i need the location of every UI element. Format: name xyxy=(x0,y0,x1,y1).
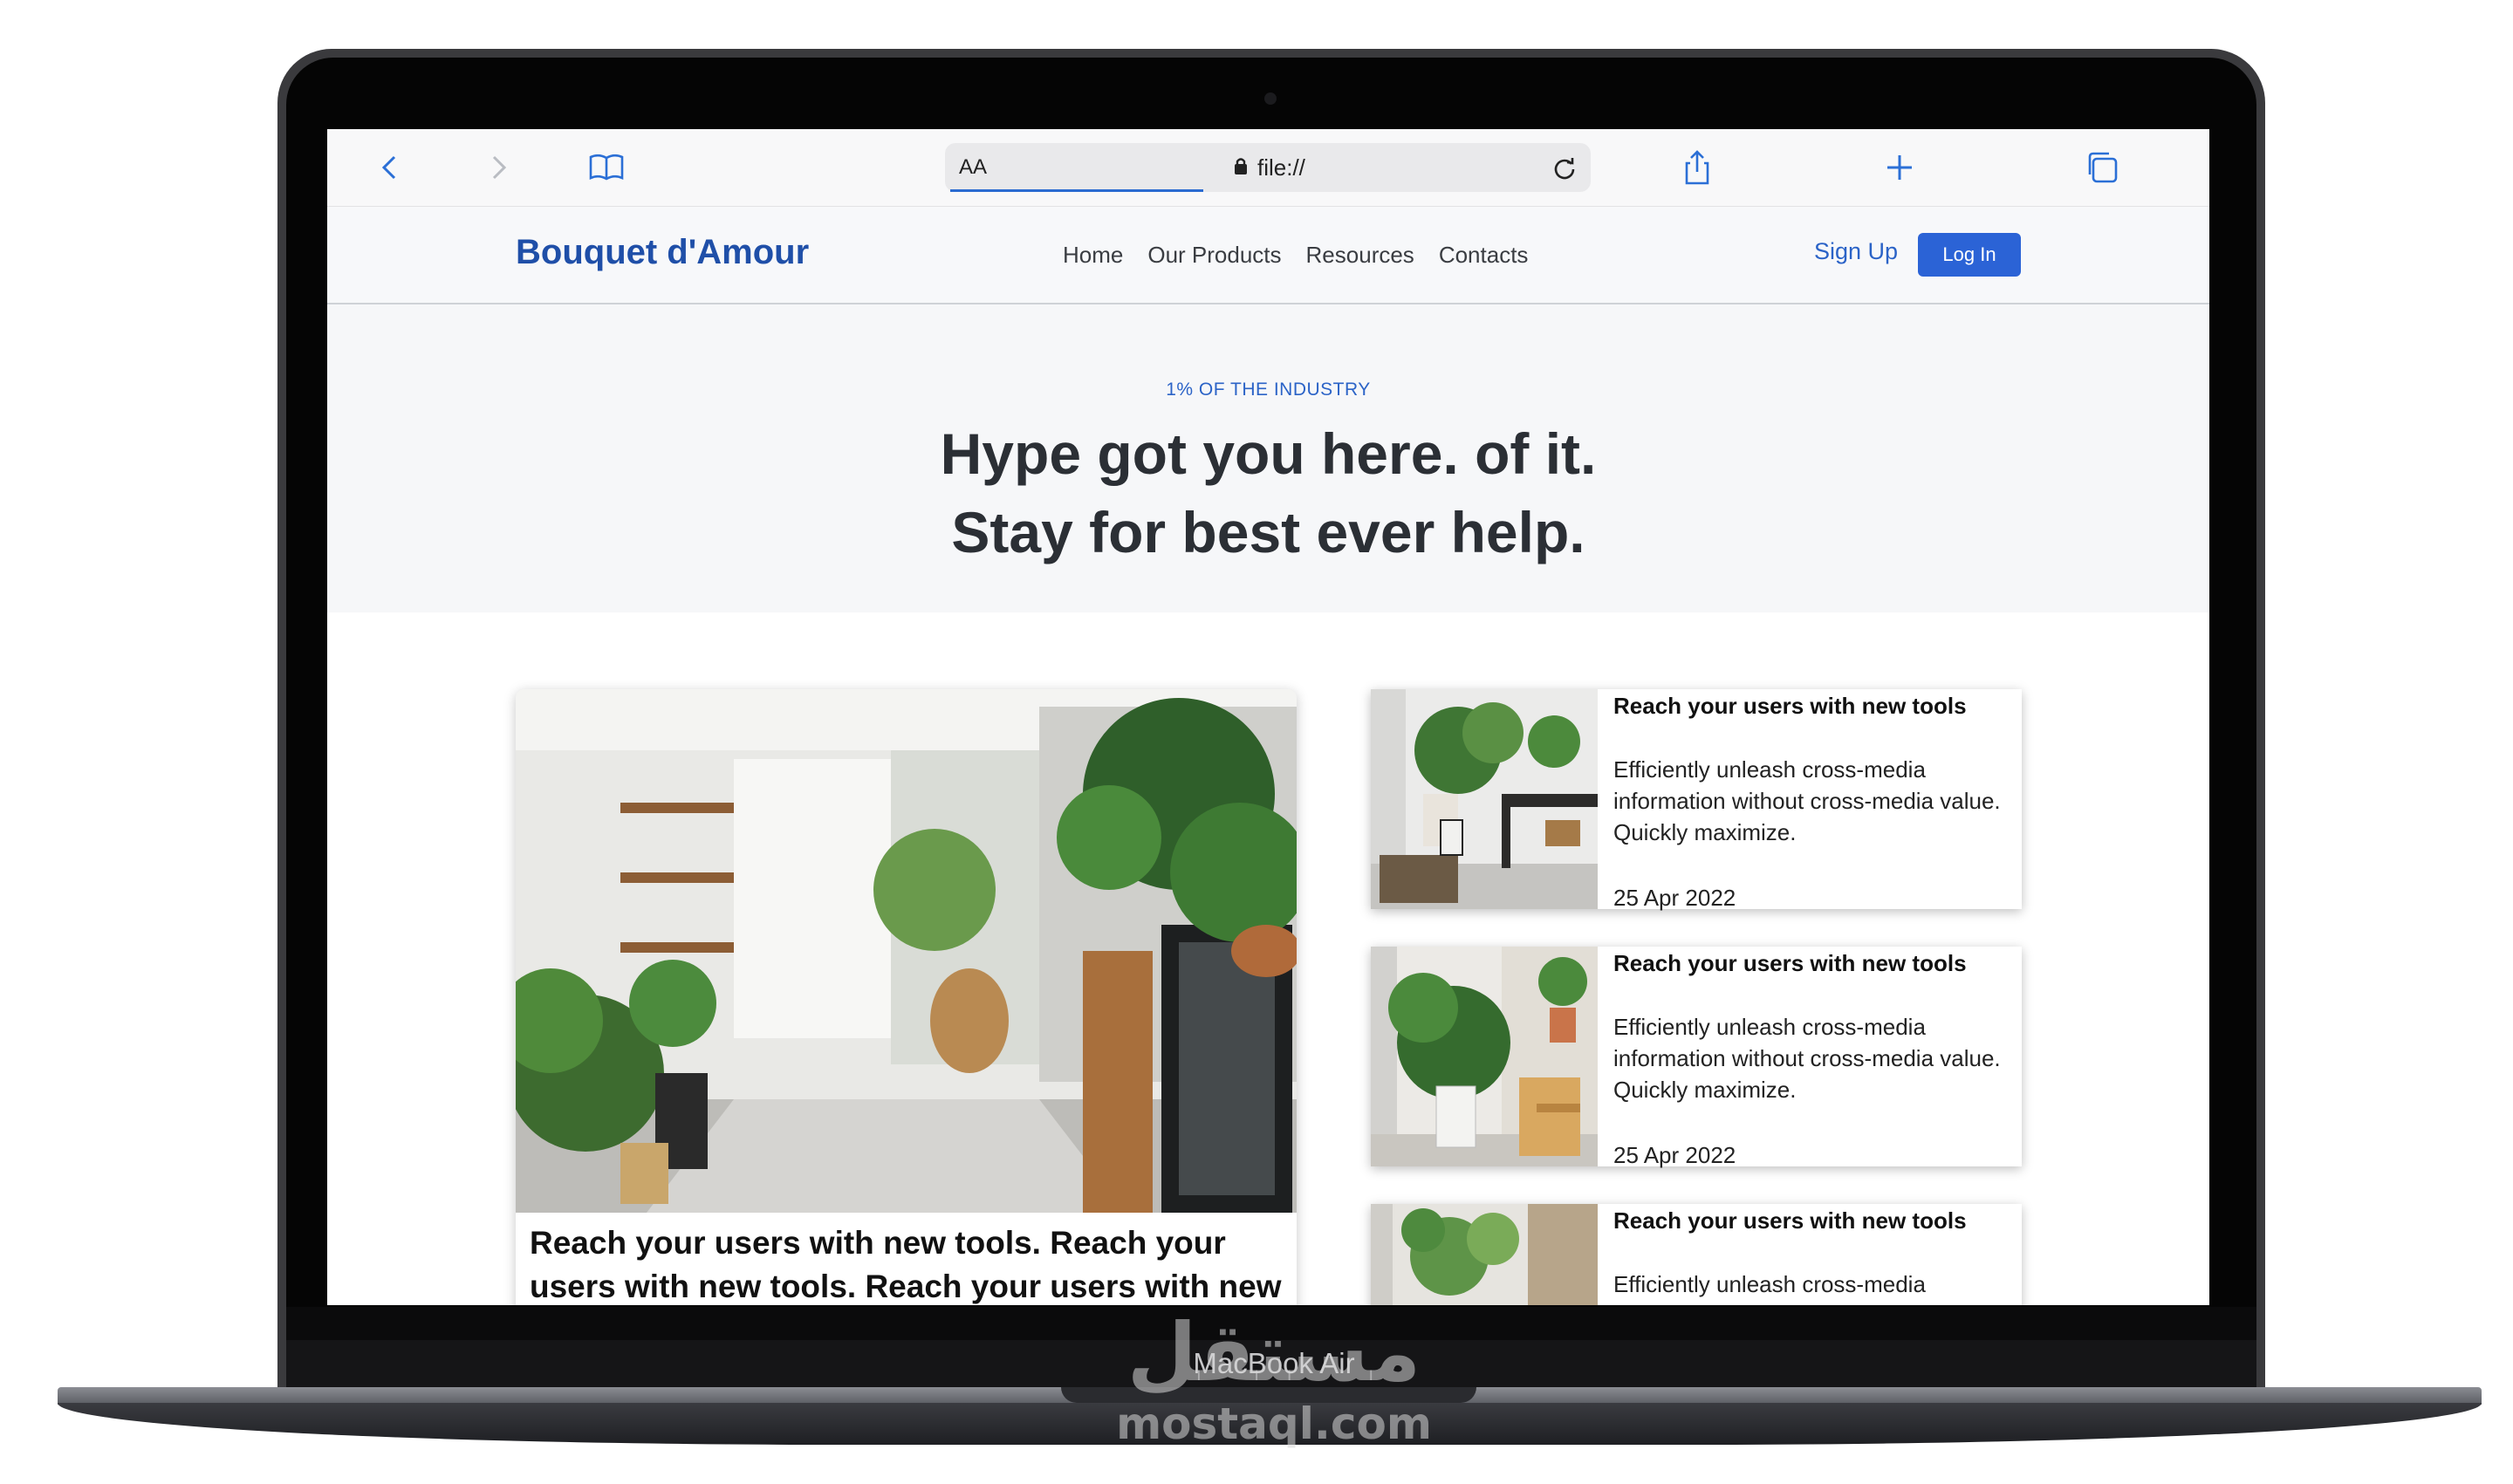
camera xyxy=(1264,92,1277,105)
main-nav: Home Our Products Resources Contacts xyxy=(1063,242,1552,269)
back-icon[interactable] xyxy=(371,148,409,187)
article-image xyxy=(1371,689,1598,909)
tabs-icon[interactable] xyxy=(2083,148,2121,187)
hero-section: 1% OF THE INDUSTRY Hype got you here. of… xyxy=(327,304,2209,612)
article-card[interactable]: Reach your users with new tools Efficien… xyxy=(1371,689,2022,911)
nav-resources[interactable]: Resources xyxy=(1306,242,1414,269)
nav-contacts[interactable]: Contacts xyxy=(1439,242,1529,269)
feature-card[interactable]: Reach your users with new tools. Reach y… xyxy=(516,689,1297,1305)
watermark: مستقل mostaql.com xyxy=(1082,1306,1466,1450)
article-card[interactable]: Reach your users with new tools Efficien… xyxy=(1371,947,2022,1168)
article-title[interactable]: Reach your users with new tools xyxy=(1613,950,1967,977)
screen: AA file:// Bouquet d'Amour Home Our Prod… xyxy=(327,129,2209,1305)
log-in-button[interactable]: Log In xyxy=(1918,233,2021,277)
url-field[interactable]: file:// xyxy=(1233,154,1305,181)
article-image xyxy=(1371,1204,1598,1305)
feature-title[interactable]: Reach your users with new tools. Reach y… xyxy=(530,1221,1289,1305)
new-tab-icon[interactable] xyxy=(1880,148,1919,187)
article-excerpt: Efficiently unleash cross-media informat… xyxy=(1613,1014,2001,1103)
brand-logo[interactable]: Bouquet d'Amour xyxy=(516,233,809,272)
url-text: file:// xyxy=(1257,154,1305,181)
nav-our-products[interactable]: Our Products xyxy=(1147,242,1281,269)
hero-eyebrow: 1% OF THE INDUSTRY xyxy=(1166,380,1371,400)
article-excerpt: Efficiently unleash cross-media xyxy=(1613,1271,1926,1297)
bookmarks-icon[interactable] xyxy=(587,148,626,187)
article-excerpt: Efficiently unleash cross-media informat… xyxy=(1613,756,2001,845)
watermark-latin: mostaql.com xyxy=(1116,1399,1432,1449)
hero-title: Hype got you here. of it. Stay for best … xyxy=(327,414,2209,571)
hero-title-line-1: Hype got you here. of it. xyxy=(940,421,1597,486)
watermark-arabic: مستقل xyxy=(1126,1306,1421,1399)
reader-aa-button[interactable]: AA xyxy=(959,155,987,180)
article-date: 25 Apr 2022 xyxy=(1613,1142,1736,1168)
browser-toolbar: AA file:// xyxy=(327,129,2209,207)
sign-up-link[interactable]: Sign Up xyxy=(1814,238,1898,265)
load-progress xyxy=(950,189,1203,192)
address-bar[interactable]: AA file:// xyxy=(945,143,1591,192)
article-date: 25 Apr 2022 xyxy=(1613,885,1736,911)
lock-icon xyxy=(1235,158,1247,174)
hero-title-line-2: Stay for best ever help. xyxy=(951,500,1585,564)
nav-home[interactable]: Home xyxy=(1063,242,1123,269)
site-header: Bouquet d'Amour Home Our Products Resour… xyxy=(327,207,2209,304)
article-title[interactable]: Reach your users with new tools xyxy=(1613,1207,1967,1234)
share-icon[interactable] xyxy=(1678,148,1716,187)
article-card[interactable]: Reach your users with new tools Efficien… xyxy=(1371,1204,2022,1305)
forward-icon[interactable] xyxy=(479,148,517,187)
feature-image xyxy=(516,689,1297,1213)
article-title[interactable]: Reach your users with new tools xyxy=(1613,693,1967,720)
reload-icon[interactable] xyxy=(1551,154,1578,181)
article-image xyxy=(1371,947,1598,1166)
